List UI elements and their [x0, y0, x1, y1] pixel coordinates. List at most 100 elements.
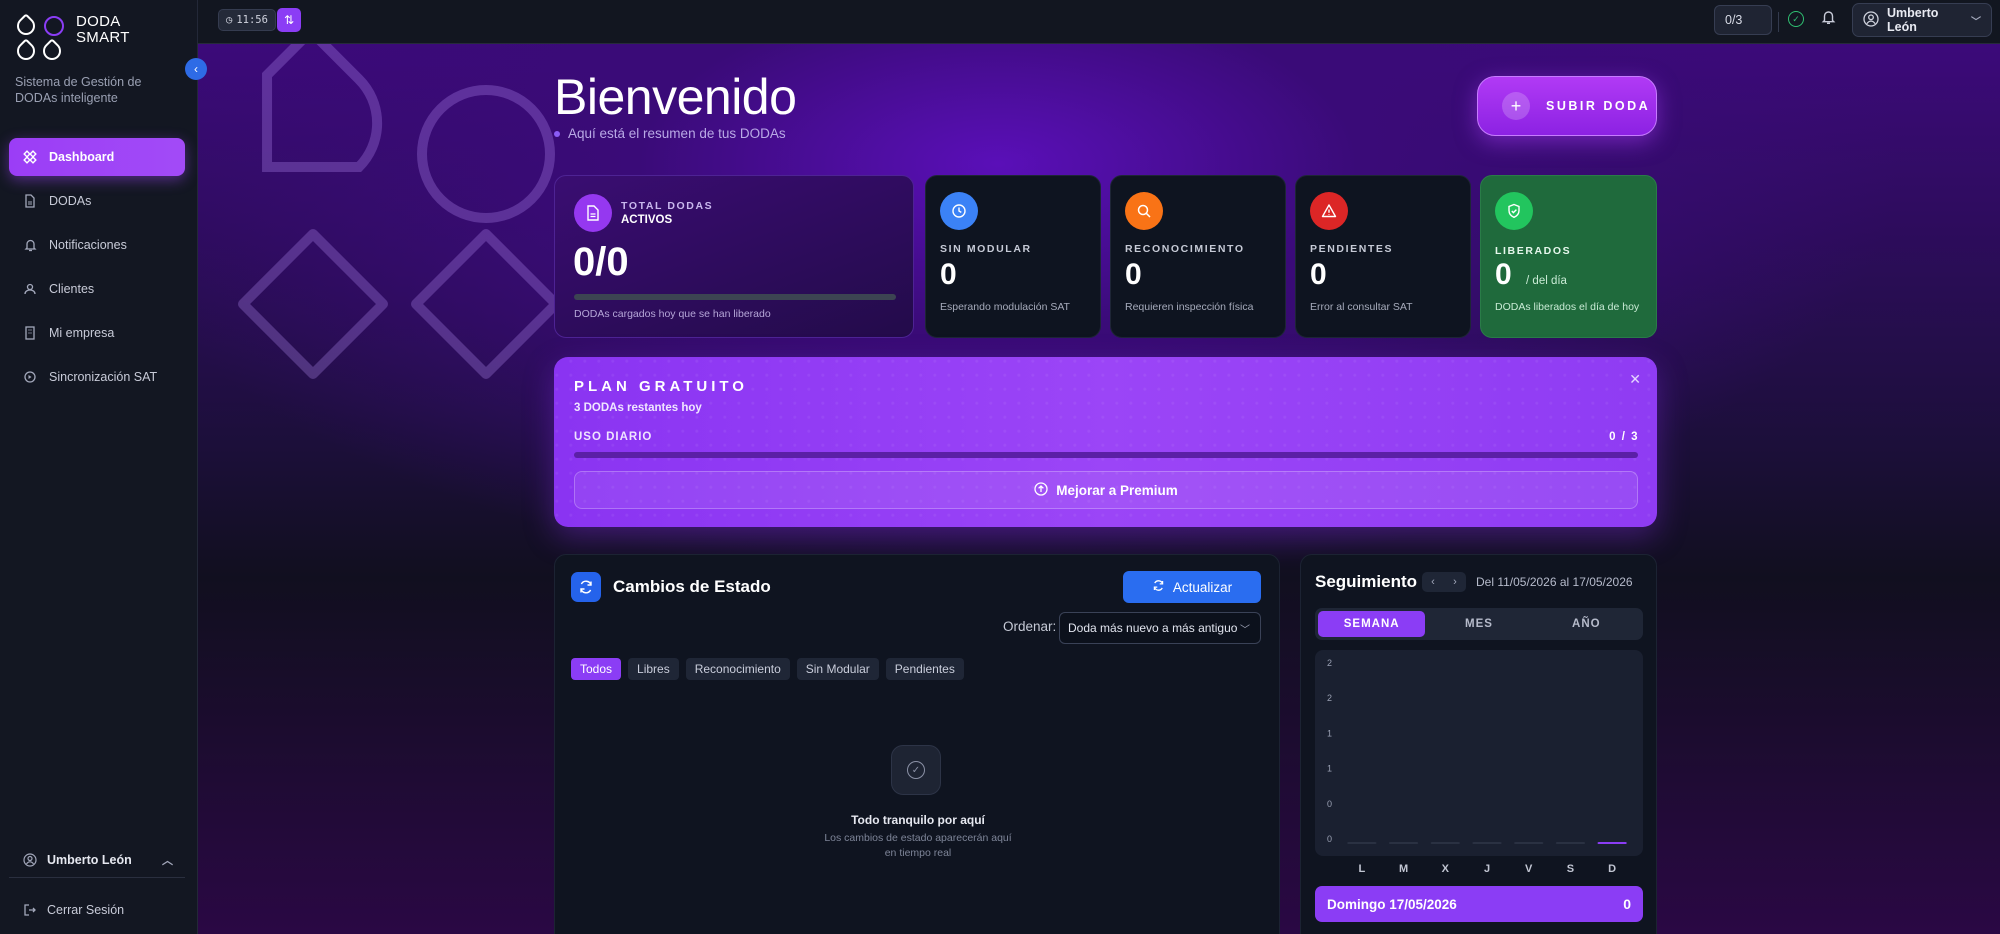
app-tagline: Sistema de Gestión de DODAs inteligente [15, 75, 142, 105]
chart-bar-X[interactable] [1430, 842, 1460, 844]
chart-bar-L[interactable] [1347, 842, 1377, 844]
notifications-bell-icon[interactable] [1821, 9, 1836, 29]
users-icon [23, 282, 37, 296]
stat-sin-modular-value: 0 [940, 258, 957, 291]
y-tick-label: 1 [1327, 728, 1332, 738]
x-tick-label-S: S [1566, 863, 1575, 875]
refresh-icon [1152, 579, 1165, 595]
filter-reconocimiento[interactable]: Reconocimiento [685, 658, 790, 680]
page-subtitle-text: Aquí está el resumen de tus DODAs [568, 126, 786, 141]
refresh-label: Actualizar [1172, 579, 1233, 595]
bullet-dot-icon [554, 130, 560, 137]
stat-sin-modular-label: SIN MODULAR [940, 243, 1032, 255]
tracking-chart-svg: 2 2 1 1 0 0 [1327, 658, 1627, 844]
sidebar-item-notificaciones[interactable]: Notificaciones [9, 226, 185, 264]
status-changes-title: Cambios de Estado [613, 577, 771, 596]
logo-line-2: SMART [76, 29, 130, 46]
user-circle-icon [23, 852, 37, 867]
status-filter-tabs: Todos Libres Reconocimiento Sin Modular … [571, 658, 964, 680]
tab-mes[interactable]: MES [1425, 611, 1532, 637]
plan-remaining: 3 DODAs restantes hoy [574, 402, 702, 414]
chevron-left-icon[interactable]: ‹ [1431, 576, 1435, 588]
logo-line-1: DODA [76, 13, 121, 30]
sidebar-user-menu[interactable]: Umberto León ︿ [9, 842, 185, 878]
stat-reconocimiento-label: RECONOCIMIENTO [1125, 243, 1245, 255]
chart-bar-M[interactable] [1388, 842, 1419, 844]
y-tick-label: 0 [1327, 799, 1332, 809]
chevron-up-icon: ︿ [162, 854, 173, 867]
tracking-chart-x-labels: LMXJVSD [1315, 863, 1643, 879]
stat-liberados-unit: / del día [1526, 275, 1567, 287]
chart-bar-D[interactable] [1597, 842, 1627, 844]
chevron-right-icon[interactable]: › [1453, 576, 1457, 588]
upgrade-premium-label: Mejorar a Premium [1056, 482, 1178, 498]
tab-semana[interactable]: SEMANA [1318, 611, 1426, 637]
selected-day-count: 0 [1623, 896, 1631, 912]
user-circle-icon [1863, 10, 1879, 30]
stat-liberados-value: 0 / del día [1495, 258, 1567, 292]
stat-reconocimiento-value: 0 [1125, 258, 1142, 291]
chart-bar-V[interactable] [1514, 842, 1544, 844]
building-icon [23, 326, 37, 340]
sort-toggle-button[interactable]: ⇅ [277, 8, 301, 32]
user-menu-button[interactable]: Umberto León ﹀ [1852, 3, 1992, 37]
dashboard-main: Bienvenido Aquí está el resumen de tus D… [198, 44, 2000, 934]
filter-pendientes[interactable]: Pendientes [885, 658, 964, 680]
stat-liberados-number: 0 [1495, 258, 1512, 291]
order-label: Ordenar: [1003, 619, 1057, 634]
tracking-date-range: Del 11/05/2026 al 17/05/2026 [1476, 575, 1633, 589]
sidebar-item-sincronizacion-sat[interactable]: Sincronización SAT [9, 358, 185, 396]
decorative-logo-pattern [238, 44, 561, 379]
sidebar-item-clientes[interactable]: Clientes [9, 270, 185, 308]
tracking-title: Seguimiento [1315, 572, 1418, 591]
bell-icon [23, 238, 37, 252]
empty-state-title: Todo tranquilo por aquí [851, 813, 985, 827]
search-icon [1125, 192, 1163, 230]
warning-icon [1310, 192, 1348, 230]
clock-icon: ◷ [226, 14, 233, 26]
refresh-button[interactable]: Actualizar [1123, 571, 1261, 603]
app-logo[interactable]: DODA SMART [13, 13, 130, 64]
tab-ano[interactable]: AÑO [1533, 611, 1640, 637]
stat-card-total: TOTAL DODAS ACTIVOS 0/0 DODAs cargados h… [554, 175, 914, 338]
sync-icon [23, 370, 37, 384]
upload-doda-button[interactable]: + SUBIR DODA [1477, 76, 1657, 136]
chevron-down-icon: ﹀ [1240, 624, 1250, 636]
stat-card-reconocimiento: RECONOCIMIENTO 0 Requieren inspección fí… [1110, 175, 1286, 338]
sidebar-item-dodas[interactable]: DODAs [9, 182, 185, 220]
chevron-left-icon: ‹ [194, 62, 198, 76]
filter-libres[interactable]: Libres [628, 658, 679, 680]
y-tick-label: 2 [1327, 658, 1332, 668]
filter-sin-modular[interactable]: Sin Modular [796, 658, 879, 680]
swap-vertical-icon: ⇅ [283, 13, 295, 27]
tracking-panel: Seguimiento ‹ › Del 11/05/2026 al 17/05/… [1300, 554, 1657, 934]
page-subtitle: Aquí está el resumen de tus DODAs [554, 126, 786, 141]
check-circle-icon: ✓ [907, 761, 925, 779]
logout-button[interactable]: Cerrar Sesión [9, 892, 185, 928]
empty-state-subtitle: Los cambios de estado aparecerán aquí en… [824, 832, 1012, 859]
stat-total-sublabel: ACTIVOS [621, 214, 673, 226]
order-select[interactable]: Doda más nuevo a más antiguo ﹀ [1059, 612, 1261, 644]
y-tick-label: 0 [1327, 834, 1332, 844]
sidebar-item-label: Clientes [49, 282, 95, 296]
sidebar-collapse-button[interactable]: ‹ [185, 58, 207, 80]
status-changes-panel: Cambios de Estado Actualizar Ordenar: Do… [554, 554, 1280, 934]
arrow-up-circle-icon [1034, 481, 1048, 499]
chart-bar-J[interactable] [1472, 842, 1502, 844]
upgrade-premium-button[interactable]: Mejorar a Premium [574, 471, 1638, 509]
close-icon[interactable]: ✕ [1629, 371, 1641, 388]
plan-title: PLAN GRATUITO [574, 378, 748, 395]
sidebar-item-dashboard[interactable]: Dashboard [9, 138, 185, 176]
sidebar-user-name: Umberto León [47, 852, 132, 867]
stat-card-pendientes: PENDIENTES 0 Error al consultar SAT [1295, 175, 1471, 338]
selected-day-summary[interactable]: Domingo 17/05/2026 0 [1315, 886, 1643, 922]
filter-todos[interactable]: Todos [571, 658, 622, 680]
sidebar-item-label: Mi empresa [49, 326, 115, 340]
sidebar-item-mi-empresa[interactable]: Mi empresa [9, 314, 185, 352]
tracking-period-nav: ‹ › [1422, 572, 1466, 592]
x-tick-label-M: M [1398, 863, 1409, 875]
y-tick-label: 2 [1327, 693, 1332, 703]
sidebar: DODA SMART Sistema de Gestión de DODAs i… [0, 0, 198, 934]
chart-bar-S[interactable] [1555, 842, 1586, 844]
stat-card-sin-modular: SIN MODULAR 0 Esperando modulación SAT [925, 175, 1101, 338]
